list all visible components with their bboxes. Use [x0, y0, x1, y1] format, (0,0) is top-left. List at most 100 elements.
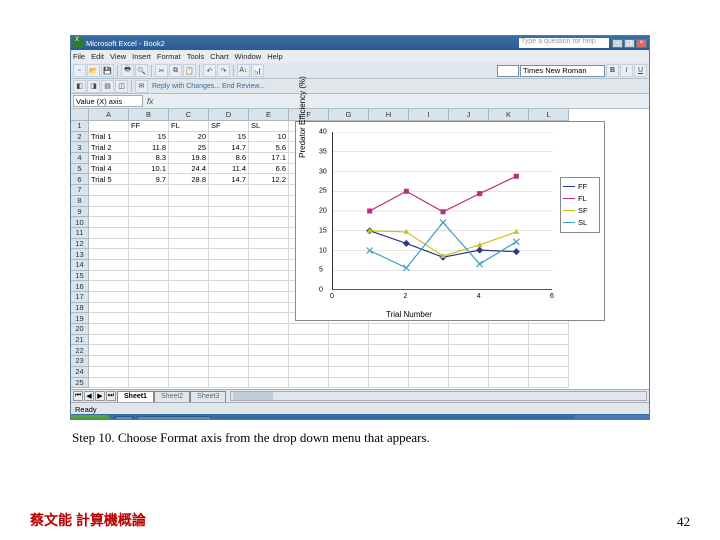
- row-header[interactable]: 20: [71, 324, 89, 335]
- col-header[interactable]: D: [209, 109, 249, 121]
- cell[interactable]: [329, 367, 369, 378]
- cell[interactable]: 8.6: [209, 153, 249, 164]
- cell[interactable]: [489, 356, 529, 367]
- cell[interactable]: [369, 356, 409, 367]
- cell[interactable]: [169, 303, 209, 314]
- cell[interactable]: [249, 292, 289, 303]
- cell[interactable]: 11.4: [209, 164, 249, 175]
- cell[interactable]: [489, 345, 529, 356]
- cell[interactable]: [369, 324, 409, 335]
- cell[interactable]: [449, 367, 489, 378]
- save-icon[interactable]: 💾: [101, 64, 114, 77]
- cell[interactable]: [249, 378, 289, 389]
- cell[interactable]: [89, 367, 129, 378]
- row-header[interactable]: 16: [71, 281, 89, 292]
- cell[interactable]: [209, 378, 249, 389]
- cell[interactable]: [209, 335, 249, 346]
- cell[interactable]: [129, 367, 169, 378]
- col-header[interactable]: B: [129, 109, 169, 121]
- cell[interactable]: [209, 367, 249, 378]
- cell[interactable]: SL: [249, 121, 289, 132]
- cell[interactable]: [89, 228, 129, 239]
- menu-tools[interactable]: Tools: [187, 52, 205, 61]
- cell[interactable]: [529, 378, 569, 389]
- cell[interactable]: [89, 217, 129, 228]
- menu-view[interactable]: View: [110, 52, 126, 61]
- row-header[interactable]: 12: [71, 239, 89, 250]
- col-header[interactable]: J: [449, 109, 489, 121]
- cell[interactable]: [209, 356, 249, 367]
- cell[interactable]: [249, 345, 289, 356]
- cell[interactable]: [89, 207, 129, 218]
- cell[interactable]: [489, 324, 529, 335]
- cell[interactable]: [249, 185, 289, 196]
- cell[interactable]: [289, 356, 329, 367]
- legend-item[interactable]: FL: [563, 192, 597, 204]
- cell[interactable]: 15: [209, 132, 249, 143]
- cell[interactable]: [409, 335, 449, 346]
- cell[interactable]: [129, 239, 169, 250]
- cell[interactable]: [169, 345, 209, 356]
- help-search[interactable]: Type a question for help: [519, 38, 609, 48]
- cell[interactable]: [209, 260, 249, 271]
- undo-icon[interactable]: ↶: [203, 64, 216, 77]
- cell[interactable]: [89, 356, 129, 367]
- cell[interactable]: [249, 196, 289, 207]
- cell[interactable]: [249, 260, 289, 271]
- cell[interactable]: FF: [129, 121, 169, 132]
- font-size-box[interactable]: [497, 65, 519, 77]
- cell[interactable]: Trial 1: [89, 132, 129, 143]
- system-tray[interactable]: 7:25 PM: [575, 415, 649, 420]
- col-header[interactable]: F: [289, 109, 329, 121]
- chart-icon[interactable]: 📊: [251, 64, 264, 77]
- cell[interactable]: [129, 217, 169, 228]
- cell[interactable]: [369, 335, 409, 346]
- cell[interactable]: [409, 356, 449, 367]
- row-header[interactable]: 5: [71, 164, 89, 175]
- cut-icon[interactable]: ✂: [155, 64, 168, 77]
- chart-legend[interactable]: FFFLSFSL: [560, 177, 600, 233]
- cell[interactable]: [89, 378, 129, 389]
- cell[interactable]: [89, 313, 129, 324]
- cell[interactable]: [329, 345, 369, 356]
- col-header[interactable]: C: [169, 109, 209, 121]
- cell[interactable]: 19.8: [169, 153, 209, 164]
- cell[interactable]: [209, 249, 249, 260]
- cell[interactable]: [209, 196, 249, 207]
- horizontal-scrollbar[interactable]: [230, 391, 647, 401]
- cell[interactable]: [369, 367, 409, 378]
- cell[interactable]: 14.7: [209, 174, 249, 185]
- row-header[interactable]: 10: [71, 217, 89, 228]
- cell[interactable]: 17.1: [249, 153, 289, 164]
- rev-icon-4[interactable]: ◫: [115, 80, 128, 93]
- tab-nav-next-icon[interactable]: ▶: [95, 391, 105, 401]
- cell[interactable]: [449, 345, 489, 356]
- row-header[interactable]: 18: [71, 303, 89, 314]
- cell[interactable]: [169, 292, 209, 303]
- row-header[interactable]: 11: [71, 228, 89, 239]
- cell[interactable]: [129, 249, 169, 260]
- cell[interactable]: [449, 378, 489, 389]
- cell[interactable]: 5.6: [249, 142, 289, 153]
- row-header[interactable]: 22: [71, 345, 89, 356]
- new-icon[interactable]: ▫: [73, 64, 86, 77]
- row-header[interactable]: 2: [71, 132, 89, 143]
- col-header[interactable]: G: [329, 109, 369, 121]
- cell[interactable]: [249, 217, 289, 228]
- menu-edit[interactable]: Edit: [91, 52, 104, 61]
- cell[interactable]: [209, 303, 249, 314]
- menu-format[interactable]: Format: [157, 52, 181, 61]
- fx-icon[interactable]: fx: [147, 97, 153, 106]
- cell[interactable]: [209, 313, 249, 324]
- cell[interactable]: [89, 303, 129, 314]
- cell[interactable]: [89, 324, 129, 335]
- col-header[interactable]: I: [409, 109, 449, 121]
- row-header[interactable]: 6: [71, 174, 89, 185]
- cell[interactable]: [169, 207, 209, 218]
- cell[interactable]: [129, 324, 169, 335]
- copy-icon[interactable]: ⧉: [169, 64, 182, 77]
- cell[interactable]: [249, 356, 289, 367]
- cell[interactable]: [529, 345, 569, 356]
- cell[interactable]: [249, 313, 289, 324]
- cell[interactable]: [169, 335, 209, 346]
